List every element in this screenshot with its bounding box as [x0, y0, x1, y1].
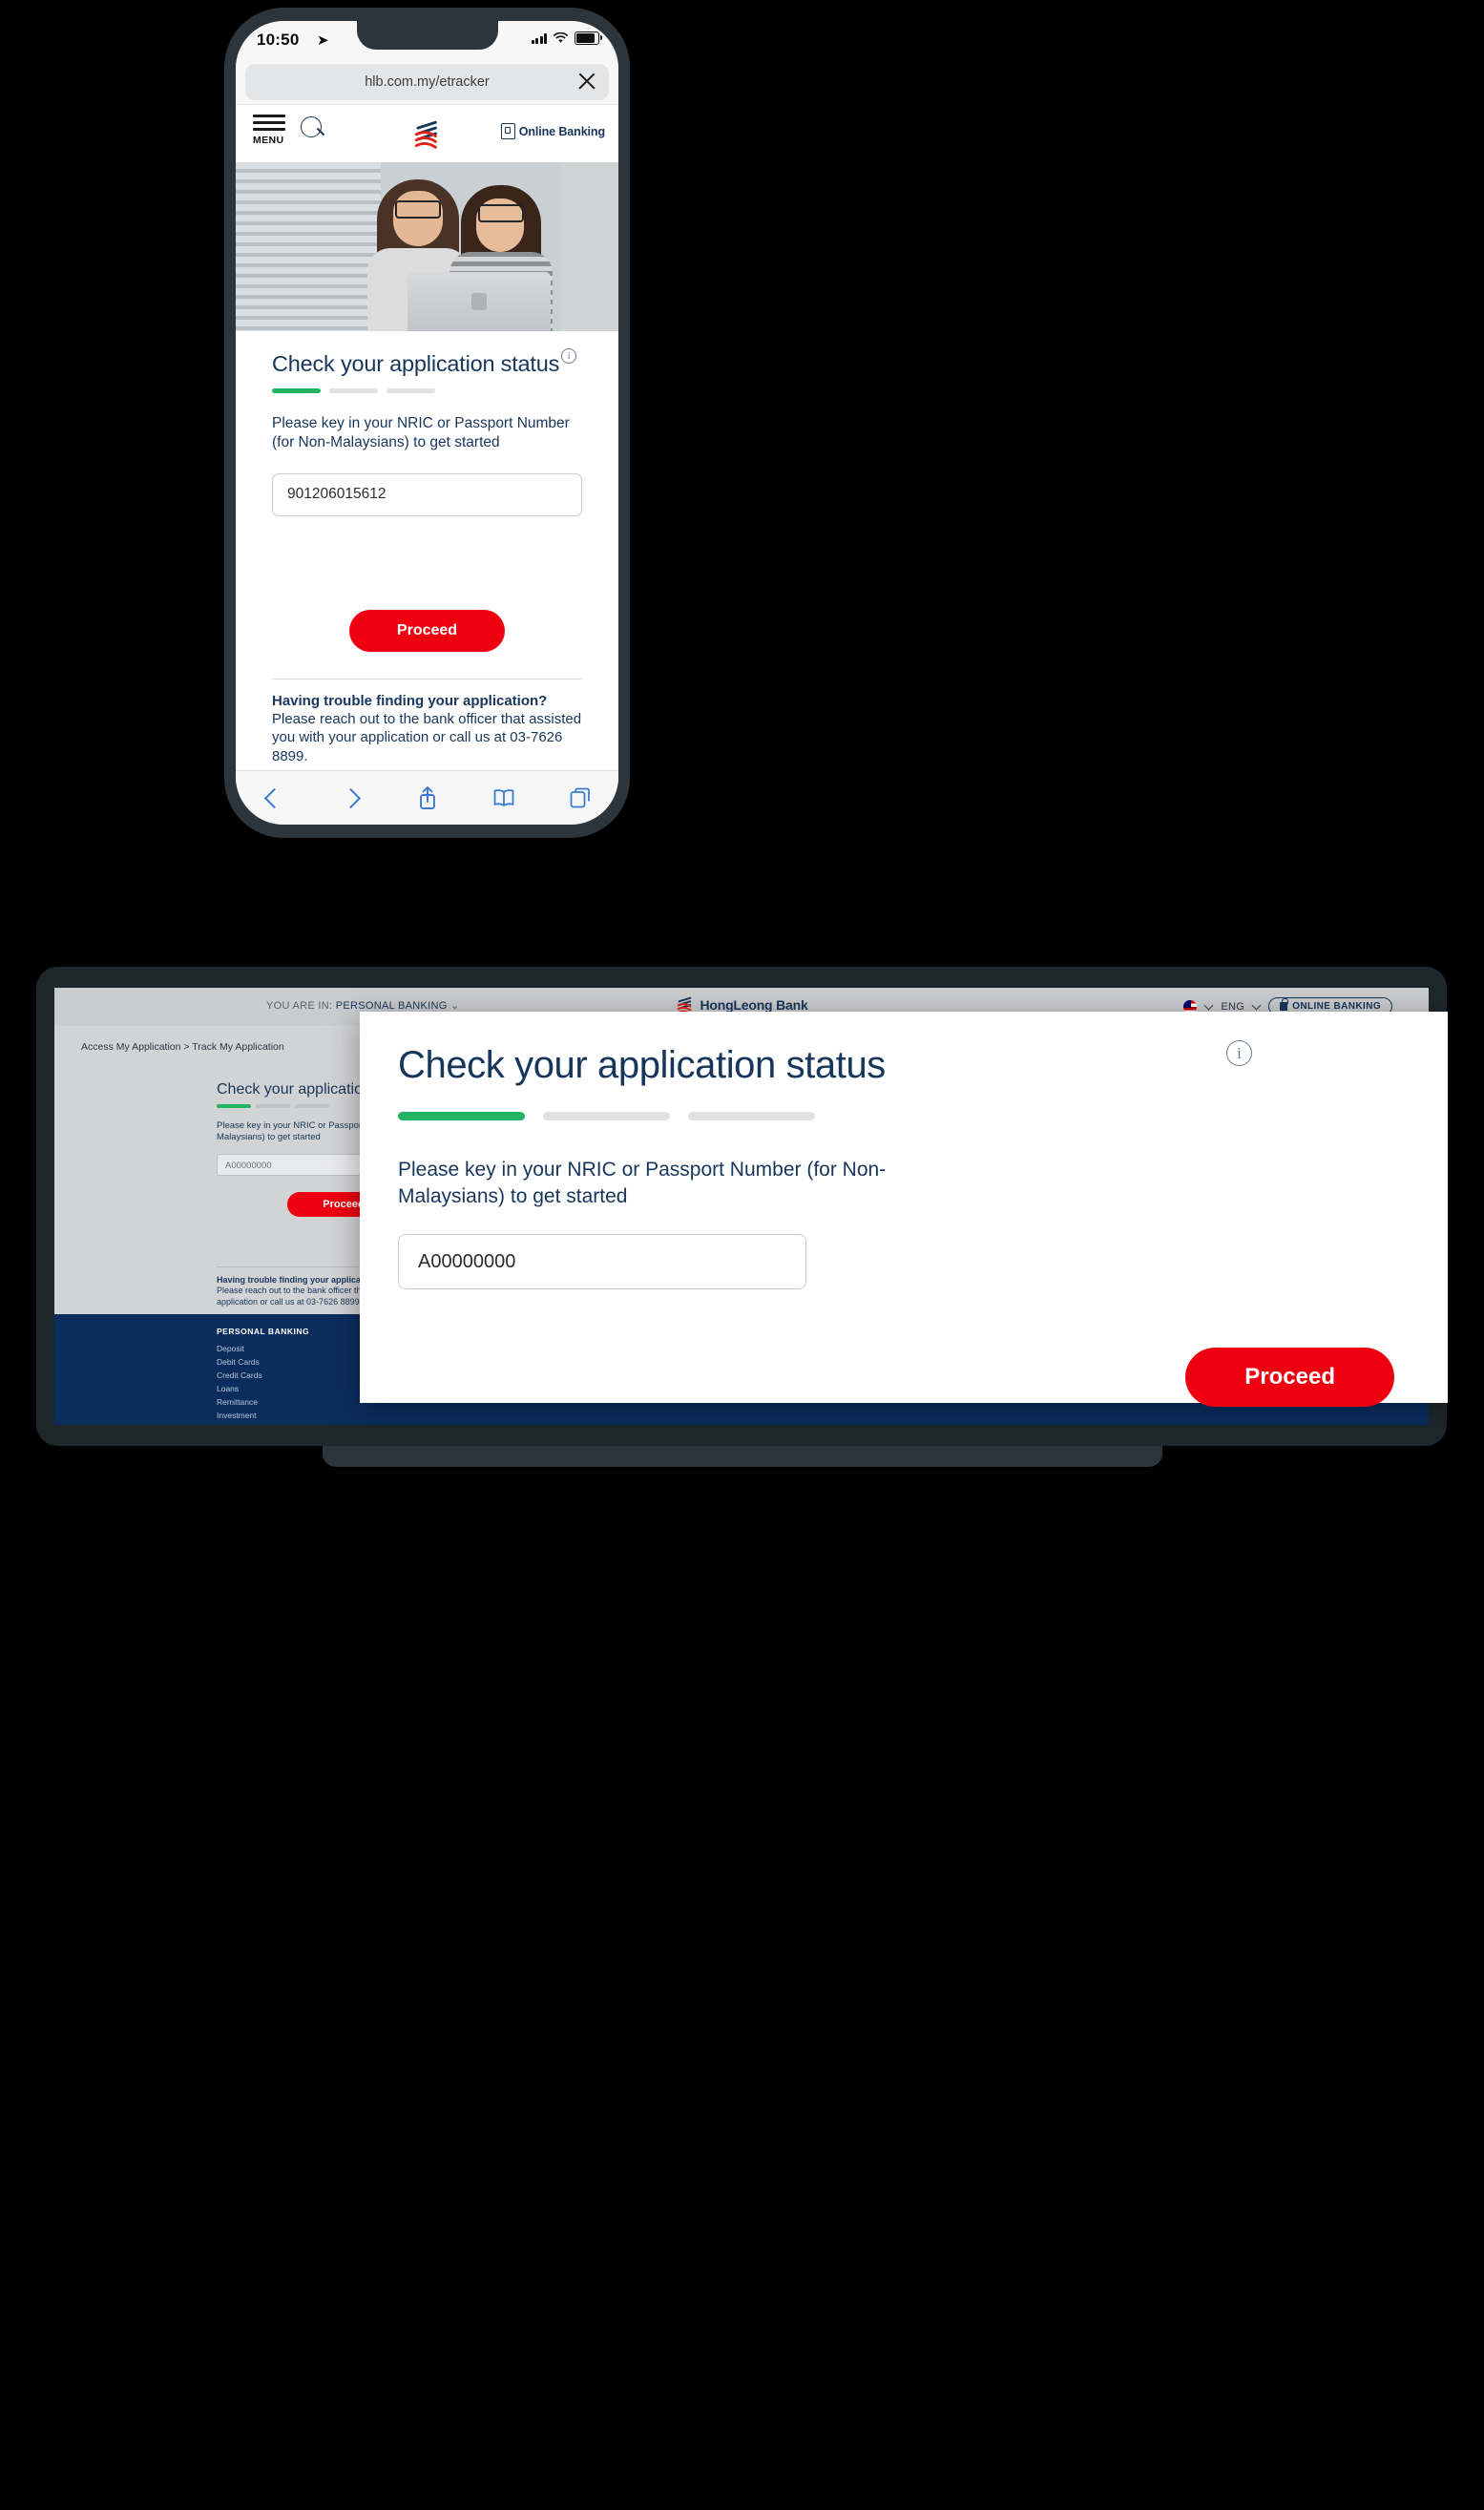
overlay-nric-input[interactable]	[398, 1234, 806, 1290]
brand-name: HongLeong Bank	[700, 997, 808, 1013]
cellular-signal-icon	[531, 32, 547, 44]
safari-toolbar	[236, 770, 618, 825]
nric-input[interactable]	[272, 472, 582, 516]
page-title: Check your application status	[272, 351, 560, 376]
hong-leong-bank-logo	[414, 120, 437, 149]
online-banking-button[interactable]: Online Banking	[500, 123, 605, 139]
bookmarks-button[interactable]	[466, 788, 542, 807]
footer-link[interactable]: Deposit	[217, 1342, 309, 1355]
online-banking-label: ONLINE BANKING	[1292, 1001, 1381, 1012]
progress-step-3	[295, 1104, 329, 1108]
tabs-icon	[570, 787, 590, 808]
progress-step-3	[387, 387, 435, 393]
phone-notch	[356, 21, 498, 50]
footer-link[interactable]: Debit Cards	[217, 1355, 309, 1369]
back-button[interactable]	[236, 787, 312, 808]
progress-step-2	[256, 1104, 290, 1108]
info-icon[interactable]: i	[1226, 1040, 1252, 1066]
divider	[272, 678, 582, 680]
instruction-text: Please key in your NRIC or Passport Numb…	[272, 414, 570, 450]
zoom-overlay-panel: Check your application status i Please k…	[360, 1012, 1448, 1407]
url-text: hlb.com.my/etracker	[365, 74, 490, 90]
lock-icon	[500, 123, 515, 139]
proceed-button-wrap: Proceed	[272, 609, 582, 652]
you-are-in-prefix: YOU ARE IN:	[266, 1000, 333, 1012]
footer-link[interactable]: Investment	[217, 1409, 309, 1422]
share-button[interactable]	[388, 785, 465, 810]
footer-heading: PERSONAL BANKING	[217, 1327, 310, 1336]
overlay-progress-steps	[398, 1112, 1410, 1120]
page-title-row: Check your application status i	[272, 331, 582, 377]
you-are-in-value: PERSONAL BANKING	[335, 1000, 448, 1012]
laptop-base	[323, 1446, 1162, 1467]
browser-url-bar: hlb.com.my/etracker	[236, 61, 618, 104]
location-arrow-icon: ➤	[317, 32, 329, 49]
chevron-left-icon	[263, 787, 284, 808]
share-icon	[419, 786, 435, 809]
trouble-body: Please reach out to the bank officer tha…	[272, 710, 582, 764]
status-bar-indicators	[531, 31, 602, 45]
chevron-down-icon[interactable]	[1203, 1000, 1214, 1010]
progress-step-2	[329, 387, 378, 393]
url-field[interactable]: hlb.com.my/etracker	[245, 64, 609, 100]
search-icon[interactable]	[301, 116, 325, 141]
you-are-in-selector[interactable]: YOU ARE IN: PERSONAL BANKING ⌄	[266, 999, 459, 1012]
chevron-down-icon[interactable]	[1251, 1000, 1262, 1010]
forward-button[interactable]	[312, 787, 388, 808]
progress-step-1	[272, 387, 321, 393]
hero-image	[236, 162, 618, 331]
overlay-title: Check your application status	[398, 1044, 886, 1086]
language-label[interactable]: ENG	[1221, 1001, 1244, 1013]
status-bar-time: 10:50	[257, 31, 300, 49]
phone-page-content: Check your application status i Please k…	[236, 331, 618, 765]
footer-column: PERSONAL BANKING Deposit Debit Cards Cre…	[217, 1327, 309, 1425]
close-icon[interactable]	[576, 71, 597, 92]
site-header: MENU Online Banking	[236, 104, 618, 162]
info-icon[interactable]: i	[561, 348, 577, 364]
lock-icon	[1280, 998, 1288, 1011]
footer-link[interactable]: Remittance	[217, 1395, 309, 1409]
menu-label: MENU	[253, 135, 284, 146]
tabs-button[interactable]	[542, 787, 618, 808]
phone-screen: 10:50 ➤ hlb.com.my/etracker MENU Online …	[236, 21, 618, 825]
progress-step-1	[398, 1112, 525, 1120]
chevron-right-icon	[340, 787, 361, 808]
progress-step-2	[543, 1112, 670, 1120]
book-icon	[493, 789, 514, 807]
wifi-icon	[553, 32, 569, 43]
online-banking-label: Online Banking	[518, 124, 605, 138]
overlay-proceed-button[interactable]: Proceed	[1185, 1348, 1394, 1407]
overlay-instruction-text: Please key in your NRIC or Passport Numb…	[398, 1159, 887, 1207]
footer-link[interactable]: Loans	[217, 1382, 309, 1395]
footer-link[interactable]: Credit Cards	[217, 1369, 309, 1382]
progress-steps	[272, 387, 582, 393]
breadcrumb[interactable]: Access My Application > Track My Applica…	[81, 1041, 284, 1053]
phone-device-mockup: 10:50 ➤ hlb.com.my/etracker MENU Online …	[224, 8, 630, 838]
trouble-title: Having trouble finding your application?	[272, 692, 548, 709]
progress-step-1	[217, 1104, 251, 1108]
progress-step-3	[688, 1112, 815, 1120]
battery-full-icon	[575, 31, 602, 45]
proceed-button[interactable]: Proceed	[348, 609, 506, 652]
menu-button[interactable]: MENU	[253, 115, 285, 146]
